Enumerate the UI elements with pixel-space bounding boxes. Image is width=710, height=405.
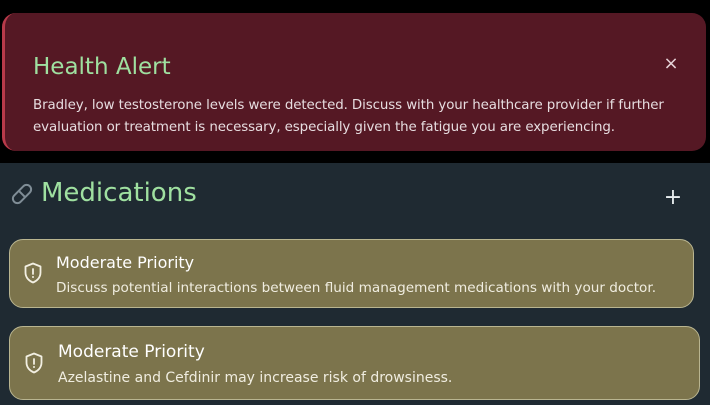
medications-header: Medications + — [0, 163, 710, 223]
medication-alert-card[interactable]: Moderate Priority Azelastine and Cefdini… — [9, 326, 700, 400]
add-medication-button[interactable]: + — [662, 187, 684, 209]
medications-title: Medications — [41, 178, 197, 208]
card-description: Azelastine and Cefdinir may increase ris… — [58, 370, 453, 386]
priority-label: Moderate Priority — [56, 253, 195, 272]
alert-message: Bradley, low testosterone levels were de… — [33, 98, 664, 135]
shield-icon — [24, 352, 44, 374]
medications-panel: Medications + Moderate Priority Discuss … — [0, 163, 710, 405]
card-description: Discuss potential interactions between f… — [56, 280, 657, 296]
shield-icon — [23, 262, 43, 284]
medication-alert-card[interactable]: Moderate Priority Discuss potential inte… — [9, 239, 694, 308]
alert-title: Health Alert — [33, 54, 171, 80]
priority-label: Moderate Priority — [58, 342, 205, 362]
pill-icon — [9, 181, 35, 207]
health-alert: Health Alert × Bradley, low testosterone… — [2, 13, 706, 151]
close-icon[interactable]: × — [662, 55, 680, 73]
